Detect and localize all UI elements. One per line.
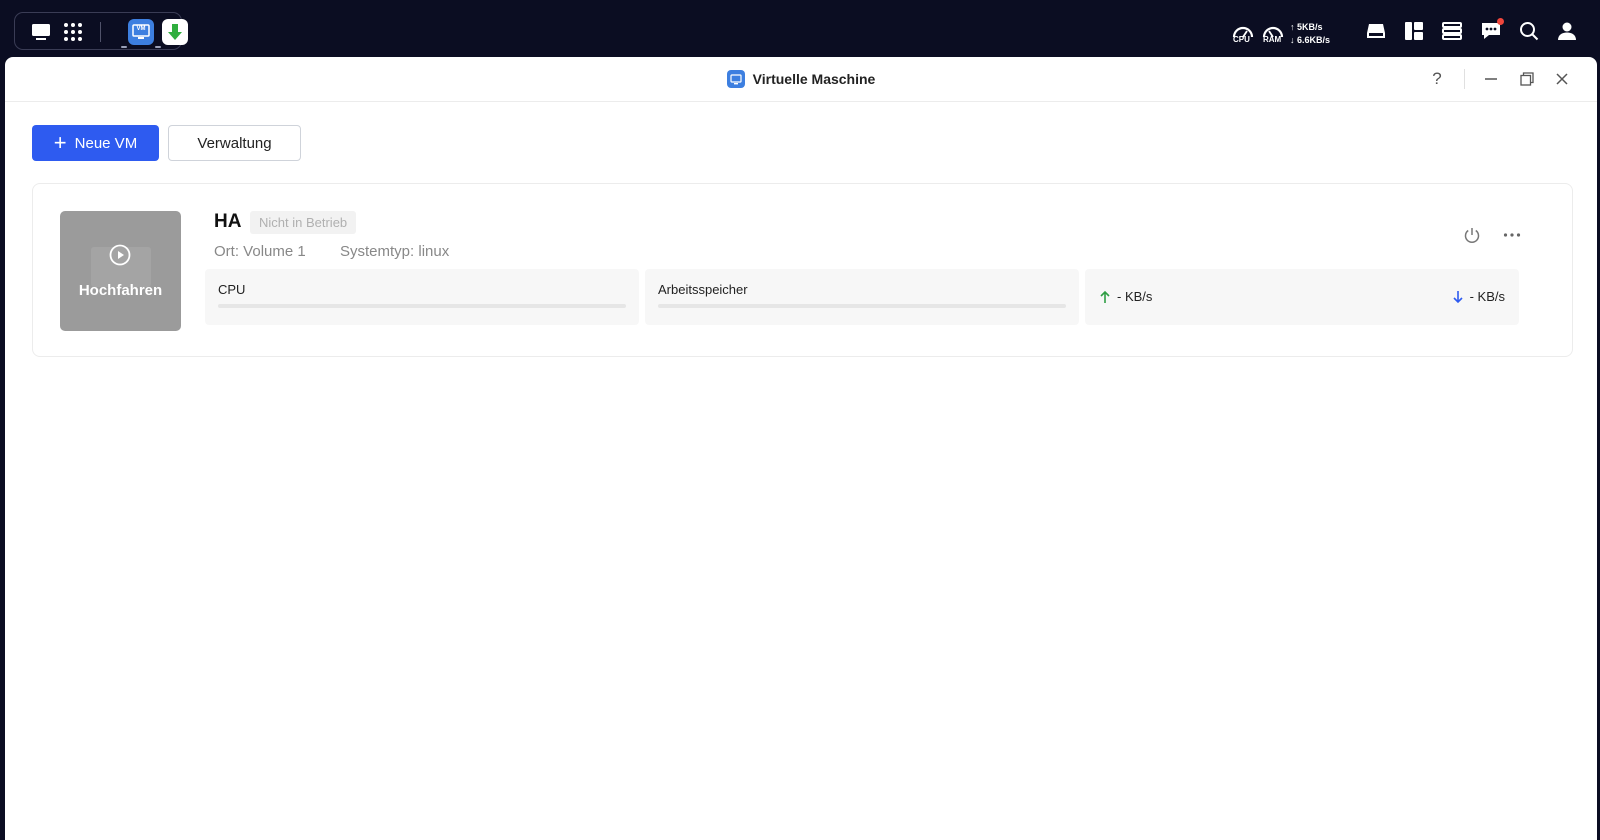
system-type-label: Systemtyp: xyxy=(340,243,415,260)
upload-speed: ↑ 5KB/s xyxy=(1290,22,1323,32)
titlebar-separator xyxy=(1464,69,1465,89)
vm-status-badge: Nicht in Betrieb xyxy=(250,211,357,234)
vm-name: HA xyxy=(214,211,242,232)
location-value: Volume 1 xyxy=(243,243,306,260)
storage-drive-icon[interactable] xyxy=(1365,18,1387,44)
play-icon xyxy=(109,244,131,266)
window-title: Virtuelle Maschine xyxy=(752,71,876,87)
plus-icon: + xyxy=(53,130,67,155)
network-upload-value: - KB/s xyxy=(1117,289,1153,304)
minimize-icon xyxy=(1485,78,1497,80)
notification-badge xyxy=(1497,18,1504,25)
vm-system-type: Systemtyp: linux xyxy=(340,243,449,260)
window-title-group: Virtuelle Maschine xyxy=(5,70,1597,88)
new-vm-label: Neue VM xyxy=(74,134,138,152)
network-usage-panel: - KB/s - KB/s xyxy=(1085,269,1519,325)
cpu-usage-label: CPU xyxy=(218,282,246,297)
system-type-value: linux xyxy=(418,243,450,260)
vm-app-window: Virtuelle Maschine ? + Neue VM Verwaltun… xyxy=(5,57,1597,840)
new-vm-button[interactable]: + Neue VM xyxy=(32,125,159,161)
download-arrow-icon xyxy=(1453,290,1463,303)
user-account-icon[interactable] xyxy=(1556,18,1578,44)
upload-arrow-icon: ↑ xyxy=(1290,22,1298,32)
vm-card: Hochfahren HA Nicht in Betrieb Ort: Volu… xyxy=(32,183,1573,357)
close-button[interactable] xyxy=(1551,68,1573,90)
desktop-icon[interactable] xyxy=(29,21,53,43)
location-label: Ort: xyxy=(214,243,239,260)
search-icon[interactable] xyxy=(1518,18,1540,44)
power-button[interactable] xyxy=(1461,224,1483,246)
upload-arrow-icon xyxy=(1100,290,1110,303)
vm-location: Ort: Volume 1 xyxy=(214,243,306,260)
help-button[interactable]: ? xyxy=(1426,68,1448,90)
taskbar: VM CPU RAM ↑ 5KB/s ↓ 6.6KB/s xyxy=(0,0,1600,57)
start-vm-label: Hochfahren xyxy=(78,282,163,299)
cpu-usage-bar xyxy=(218,304,626,308)
vm-app-running-indicator xyxy=(121,46,127,48)
memory-usage-panel: Arbeitsspeicher xyxy=(645,269,1079,325)
restore-icon xyxy=(1520,72,1534,86)
virtual-machine-app-icon[interactable]: VM xyxy=(128,19,154,45)
download-app-running-indicator xyxy=(155,46,161,48)
vm-start-thumbnail[interactable]: Hochfahren xyxy=(60,211,181,331)
dock-separator xyxy=(100,22,101,42)
minimize-button[interactable] xyxy=(1480,68,1502,90)
network-download: - KB/s xyxy=(1452,289,1505,304)
memory-usage-label: Arbeitsspeicher xyxy=(658,282,748,297)
ram-gauge-label: RAM xyxy=(1263,35,1282,44)
cpu-gauge-label: CPU xyxy=(1233,35,1250,44)
memory-usage-bar xyxy=(658,304,1066,308)
dock: VM xyxy=(14,12,188,50)
network-upload: - KB/s xyxy=(1099,289,1152,304)
more-options-button[interactable] xyxy=(1501,224,1523,246)
widgets-panel-icon[interactable] xyxy=(1403,18,1425,44)
download-arrow-icon: ↓ xyxy=(1290,35,1298,45)
management-button[interactable]: Verwaltung xyxy=(168,125,301,161)
app-grid-icon[interactable] xyxy=(61,21,85,43)
download-speed: ↓ 6.6KB/s xyxy=(1290,35,1331,45)
power-icon xyxy=(1464,228,1480,244)
maximize-button[interactable] xyxy=(1516,68,1538,90)
window-titlebar[interactable]: Virtuelle Maschine ? xyxy=(5,57,1597,102)
more-horizontal-icon xyxy=(1503,233,1521,237)
task-manager-icon[interactable] xyxy=(1441,18,1463,44)
close-icon xyxy=(1556,73,1568,85)
download-app-icon[interactable] xyxy=(162,19,188,45)
network-download-value: - KB/s xyxy=(1469,289,1505,304)
virtual-machine-icon xyxy=(726,70,745,88)
cpu-usage-panel: CPU xyxy=(205,269,639,325)
network-speed-readout[interactable]: ↑ 5KB/s ↓ 6.6KB/s xyxy=(1290,21,1330,47)
vm-app-icon-text: VM xyxy=(136,26,146,32)
